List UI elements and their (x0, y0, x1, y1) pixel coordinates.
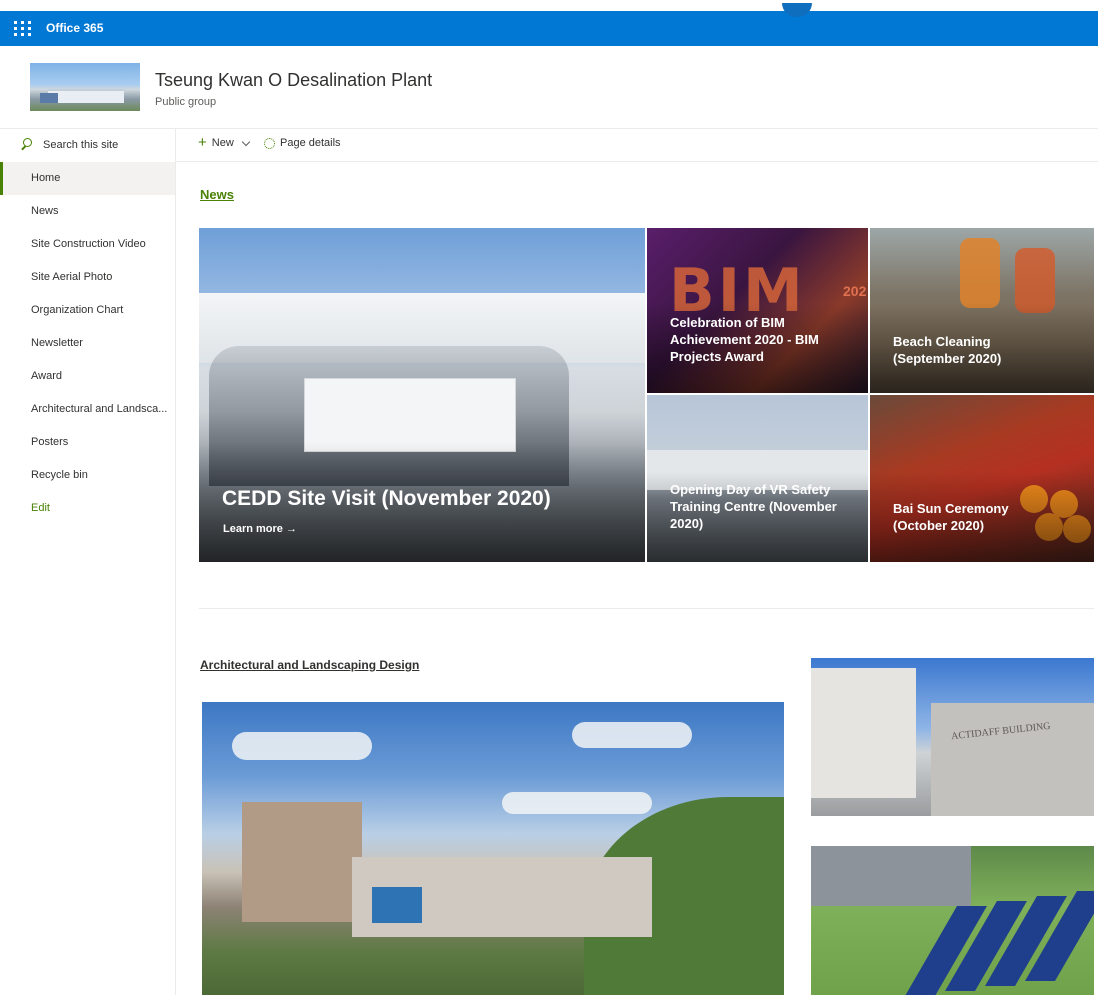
new-label: New (211, 137, 234, 149)
nav-item-site-aerial-photo[interactable]: Site Aerial Photo (0, 261, 175, 294)
bim-graphic-year: 202 (843, 283, 867, 299)
site-header: Tseung Kwan O Desalination Plant Public … (0, 46, 1098, 129)
command-bar: + New Page details (176, 128, 1098, 162)
nav-list: Home News Site Construction Video Site A… (0, 162, 175, 525)
site-subtitle: Public group (155, 96, 217, 108)
news-tile-beach-cleaning[interactable]: Beach Cleaning (September 2020) (870, 228, 1094, 393)
app-launcher-icon[interactable] (14, 19, 32, 37)
nav-item-newsletter[interactable]: Newsletter (0, 327, 175, 360)
suite-bar: Office 365 (0, 3, 1098, 46)
site-title[interactable]: Tseung Kwan O Desalination Plant (155, 70, 432, 91)
suite-title[interactable]: Office 365 (46, 21, 103, 35)
news-tile-title[interactable]: Bai Sun Ceremony (October 2020) (893, 500, 1043, 534)
nav-item-news[interactable]: News (0, 195, 175, 228)
gear-icon (264, 137, 275, 149)
nav-item-posters[interactable]: Posters (0, 426, 175, 459)
nav-item-site-construction-video[interactable]: Site Construction Video (0, 228, 175, 261)
page-details-button[interactable]: Page details (264, 137, 341, 149)
search-placeholder[interactable]: Search this site (43, 139, 118, 151)
wsd-logo-icon (372, 887, 422, 923)
hero-title[interactable]: CEDD Site Visit (November 2020) (222, 487, 551, 511)
new-button[interactable]: + New (198, 134, 251, 151)
learn-more-link[interactable]: Learn more → (223, 523, 297, 535)
news-tile-vr-centre[interactable]: Opening Day of VR Safety Training Centre… (647, 395, 868, 562)
nav-item-home[interactable]: Home (0, 162, 175, 195)
news-heading[interactable]: News (200, 187, 234, 202)
nav-edit-link[interactable]: Edit (0, 492, 175, 525)
search-icon (20, 138, 33, 151)
plus-icon: + (198, 134, 207, 151)
news-hero-card[interactable]: CEDD Site Visit (November 2020) Learn mo… (199, 228, 645, 562)
news-tile-title[interactable]: Beach Cleaning (September 2020) (893, 333, 1043, 367)
nav-item-recycle-bin[interactable]: Recycle bin (0, 459, 175, 492)
search-box[interactable]: Search this site (20, 138, 118, 151)
architecture-heading[interactable]: Architectural and Landscaping Design (200, 658, 419, 672)
news-tile-title[interactable]: Opening Day of VR Safety Training Centre… (670, 481, 845, 532)
page-details-label: Page details (280, 137, 341, 149)
chevron-down-icon (241, 137, 251, 146)
left-navigation: Search this site Home News Site Construc… (0, 128, 176, 995)
nav-item-award[interactable]: Award (0, 360, 175, 393)
section-divider (199, 608, 1094, 609)
news-tile-title[interactable]: Celebration of BIM Achievement 2020 - BI… (670, 314, 850, 365)
top-band (0, 0, 1098, 11)
nav-item-architectural-landscaping[interactable]: Architectural and Landsca... (0, 393, 175, 426)
site-logo[interactable] (30, 63, 140, 111)
architecture-image-solar-roof[interactable] (811, 846, 1094, 995)
nav-item-organization-chart[interactable]: Organization Chart (0, 294, 175, 327)
suite-bar-notch (782, 3, 812, 17)
architecture-main-image[interactable] (202, 702, 784, 995)
news-tile-bim[interactable]: BIM 202 Celebration of BIM Achievement 2… (647, 228, 868, 393)
news-tile-bai-sun[interactable]: Bai Sun Ceremony (October 2020) (870, 395, 1094, 562)
architecture-image-building[interactable]: ACTIDAFF BUILDING (811, 658, 1094, 816)
